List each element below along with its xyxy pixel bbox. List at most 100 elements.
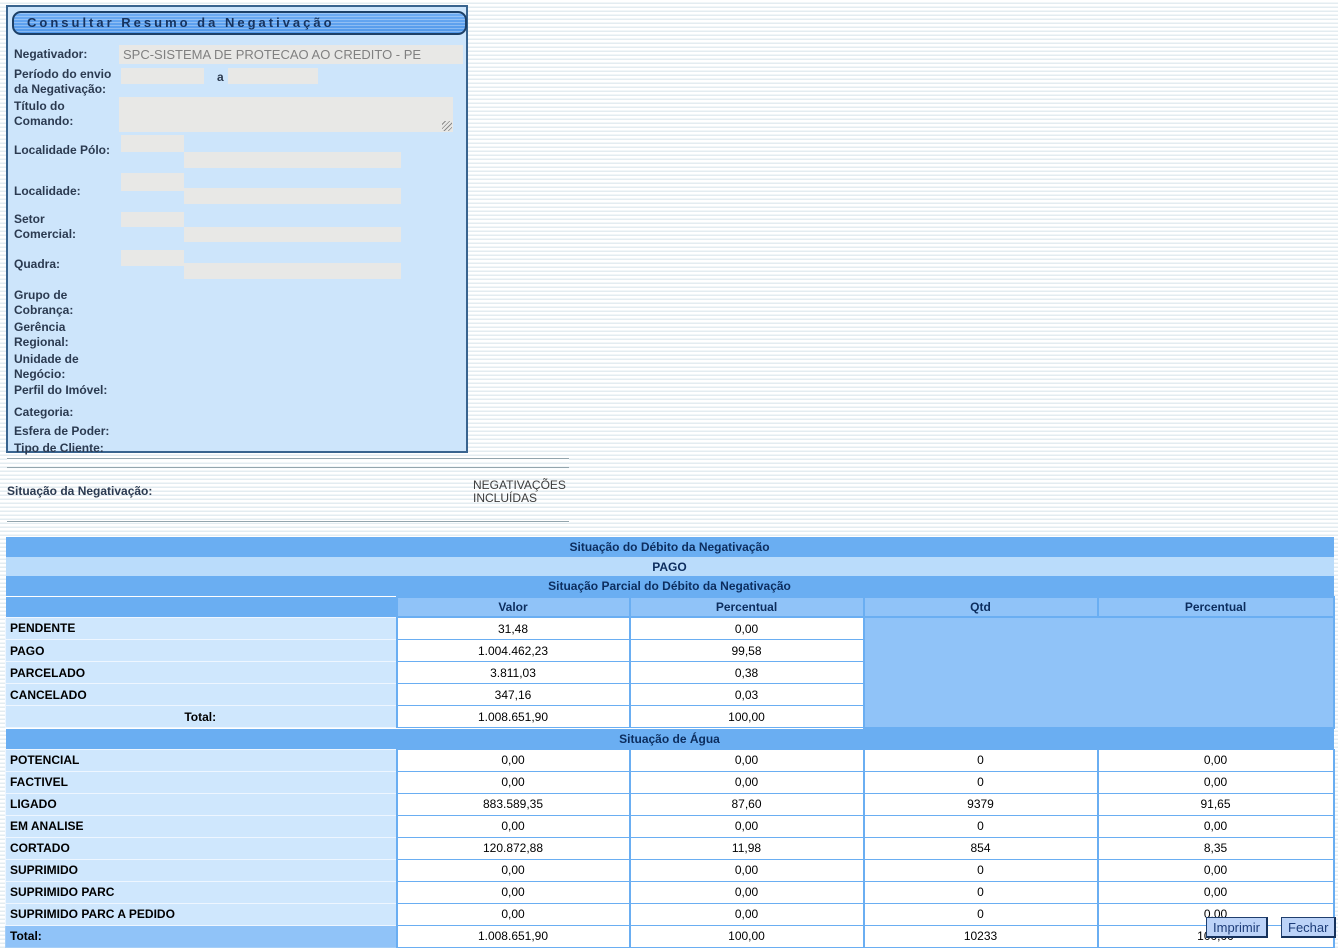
qtd-percentual-cell: 91,65: [1098, 793, 1334, 815]
periodo-fim-input[interactable]: [228, 68, 318, 84]
row-label: LIGADO: [6, 793, 397, 815]
tipo-cliente-label: Tipo de Cliente:: [14, 441, 154, 456]
table-row: SUPRIMIDO PARC A PEDIDO0,000,0000,00: [6, 903, 1334, 925]
table-head-section: Situação do Débito da Negativação PAGO S…: [6, 537, 1334, 617]
qtd-percentual-cell: 0,00: [1098, 881, 1334, 903]
qtd-percentual-cell: 0,00: [1098, 771, 1334, 793]
localidade-polo-codigo-input[interactable]: [121, 135, 184, 152]
empty-header-cell: [6, 597, 397, 617]
row-label: PARCELADO: [6, 662, 397, 684]
valor-cell: 883.589,35: [397, 793, 630, 815]
table-row: CORTADO120.872,8811,988548,35: [6, 837, 1334, 859]
row-label: CANCELADO: [6, 684, 397, 706]
empty-qtd-area: [864, 617, 1334, 728]
table-row: SUPRIMIDO PARC0,000,0000,00: [6, 881, 1334, 903]
table-row: EM ANALISE0,000,0000,00: [6, 815, 1334, 837]
percentual-cell: 0,03: [630, 684, 864, 706]
percentual-cell: 0,00: [630, 881, 864, 903]
qtd-cell: 0: [864, 903, 1098, 925]
table-title-row: Situação do Débito da Negativação: [6, 537, 1334, 557]
row-label: SUPRIMIDO PARC: [6, 881, 397, 903]
qtd-cell: 9379: [864, 793, 1098, 815]
table-row: LIGADO883.589,3587,60937991,65: [6, 793, 1334, 815]
perfil-imovel-label: Perfil do Imóvel:: [14, 383, 154, 398]
fechar-button[interactable]: Fechar: [1281, 917, 1336, 938]
table-row: SUPRIMIDO0,000,0000,00: [6, 859, 1334, 881]
row-label: EM ANALISE: [6, 815, 397, 837]
situacao-negativacao-label: Situação da Negativação:: [7, 484, 152, 498]
valor-cell: 0,00: [397, 859, 630, 881]
percentual-cell: 0,00: [630, 617, 864, 640]
categoria-label: Categoria:: [14, 405, 154, 420]
gerencia-regional-label: Gerência Regional:: [14, 320, 104, 350]
divider-line: [7, 458, 569, 460]
localidade-codigo-input[interactable]: [121, 173, 184, 191]
periodo-label: Período do envio da Negativação:: [14, 67, 116, 97]
valor-cell: 3.811,03: [397, 662, 630, 684]
percentual-cell: 100,00: [630, 706, 864, 728]
panel-title: Consultar Resumo da Negativação: [12, 11, 467, 35]
periodo-inicio-input[interactable]: [121, 68, 204, 84]
quadra-label: Quadra:: [14, 257, 60, 272]
agua-title: Situação de Água: [6, 728, 1334, 750]
valor-cell: 0,00: [397, 903, 630, 925]
col-header-percentual: Percentual: [630, 597, 864, 617]
valor-cell: 0,00: [397, 749, 630, 771]
percentual-cell: 11,98: [630, 837, 864, 859]
col-header-percentual2: Percentual: [1098, 597, 1334, 617]
quadra-descricao-input[interactable]: [184, 263, 401, 279]
qtd-cell: 854: [864, 837, 1098, 859]
esfera-poder-label: Esfera de Poder:: [14, 424, 154, 439]
row-label: SUPRIMIDO PARC A PEDIDO: [6, 903, 397, 925]
quadra-codigo-input[interactable]: [121, 250, 184, 266]
qtd-percentual-cell: 8,35: [1098, 837, 1334, 859]
col-header-valor: Valor: [397, 597, 630, 617]
qtd-percentual-cell: 0,00: [1098, 749, 1334, 771]
percentual-cell: 0,00: [630, 771, 864, 793]
setor-comercial-label: Setor Comercial:: [14, 212, 94, 242]
titulo-comando-textarea[interactable]: [119, 97, 453, 132]
valor-cell: 1.004.462,23: [397, 640, 630, 662]
row-label: PENDENTE: [6, 617, 397, 640]
qtd-percentual-cell: 0,00: [1098, 859, 1334, 881]
imprimir-button[interactable]: Imprimir: [1206, 917, 1268, 938]
setor-comercial-codigo-input[interactable]: [121, 212, 184, 227]
percentual-cell: 0,00: [630, 815, 864, 837]
valor-cell: 1.008.651,90: [397, 706, 630, 728]
table-row: PENDENTE31,480,00: [6, 617, 1334, 640]
consulta-panel: Consultar Resumo da Negativação Negativa…: [6, 5, 468, 453]
column-header-row: Valor Percentual Qtd Percentual: [6, 597, 1334, 617]
table-row: POTENCIAL0,000,0000,00: [6, 749, 1334, 771]
valor-cell: 120.872,88: [397, 837, 630, 859]
percentual-cell: 0,00: [630, 749, 864, 771]
row-label: CORTADO: [6, 837, 397, 859]
row-label: SUPRIMIDO: [6, 859, 397, 881]
qtd-cell: 0: [864, 859, 1098, 881]
table-row: FACTIVEL0,000,0000,00: [6, 771, 1334, 793]
agua-rows: POTENCIAL0,000,0000,00FACTIVEL0,000,0000…: [6, 749, 1334, 947]
localidade-descricao-input[interactable]: [184, 188, 401, 204]
valor-cell: 0,00: [397, 771, 630, 793]
table-title: Situação do Débito da Negativação: [6, 537, 1334, 557]
localidade-polo-descricao-input[interactable]: [184, 152, 401, 168]
negativador-input[interactable]: [119, 45, 463, 64]
grupo-cobranca-label: Grupo de Cobrança:: [14, 288, 104, 318]
divider-line: [7, 521, 569, 523]
resumo-table: Situação do Débito da Negativação PAGO S…: [5, 537, 1335, 948]
total-label: Total:: [6, 706, 397, 728]
qtd-cell: 0: [864, 749, 1098, 771]
row-label: POTENCIAL: [6, 749, 397, 771]
titulo-comando-label: Título do Comando:: [14, 99, 94, 129]
row-label: FACTIVEL: [6, 771, 397, 793]
row-label: PAGO: [6, 640, 397, 662]
valor-cell: 0,00: [397, 881, 630, 903]
periodo-separator: a: [217, 70, 224, 84]
qtd-cell: 10233: [864, 925, 1098, 947]
table-partial-title-row: Situação Parcial do Débito da Negativaçã…: [6, 576, 1334, 597]
valor-cell: 0,00: [397, 815, 630, 837]
percentual-cell: 0,00: [630, 859, 864, 881]
resize-handle-icon[interactable]: [442, 121, 452, 131]
situacao-negativacao-value: NEGATIVAÇÕES INCLUÍDAS: [473, 479, 583, 505]
setor-comercial-descricao-input[interactable]: [184, 227, 401, 242]
percentual-cell: 99,58: [630, 640, 864, 662]
